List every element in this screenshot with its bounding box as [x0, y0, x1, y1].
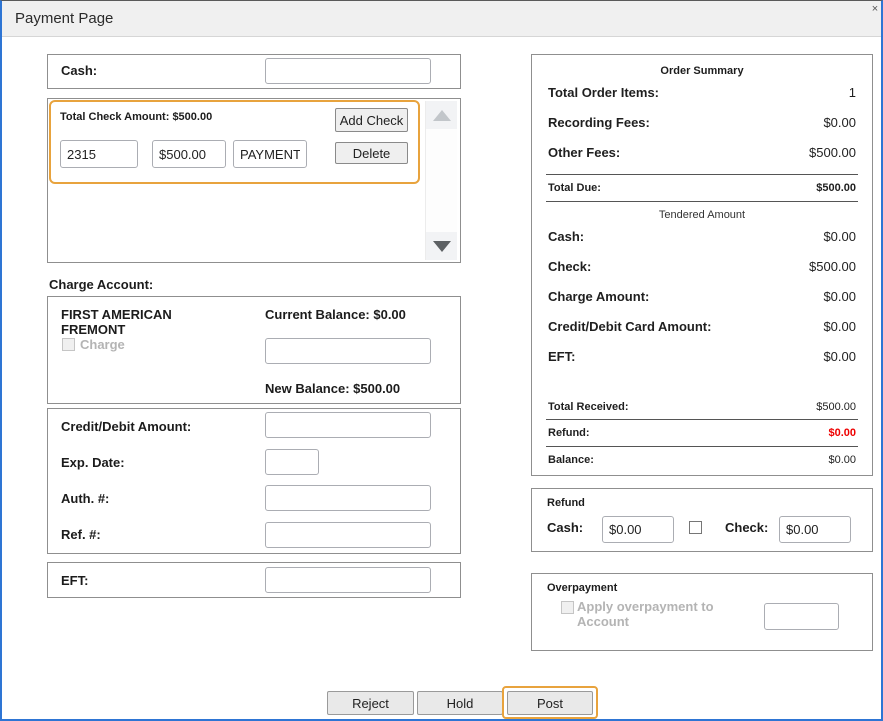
auth-number-input[interactable]	[265, 485, 431, 511]
window-title: Payment Page	[15, 10, 113, 27]
exp-date-label: Exp. Date:	[61, 455, 125, 470]
summary-row-label: Other Fees:	[548, 145, 620, 160]
check-number-input[interactable]	[60, 140, 138, 168]
add-check-button[interactable]: Add Check	[335, 108, 408, 132]
scroll-up-button[interactable]	[426, 101, 457, 129]
order-summary-panel: Order Summary Total Order Items: 1 Recor…	[531, 54, 873, 476]
summary-row-label: Total Order Items:	[548, 85, 659, 100]
summary-row-other-fees: Other Fees: $500.00	[548, 145, 856, 160]
summary-row-value: $0.00	[823, 115, 856, 130]
divider	[546, 419, 858, 420]
exp-date-input[interactable]	[265, 449, 319, 475]
reject-button[interactable]: Reject	[327, 691, 414, 715]
refund-cash-input[interactable]	[602, 516, 674, 543]
auth-number-label: Auth. #:	[61, 491, 109, 506]
total-due-value: $500.00	[816, 182, 856, 194]
scroll-up-icon	[433, 110, 451, 121]
charge-checkbox	[62, 338, 75, 351]
tendered-row-label: Check:	[548, 259, 591, 274]
overpayment-title: Overpayment	[547, 582, 617, 594]
current-balance-label: Current Balance: $0.00	[265, 307, 406, 322]
cash-input[interactable]	[265, 58, 431, 84]
eft-section: EFT:	[47, 562, 461, 598]
order-summary-title: Order Summary	[532, 65, 872, 77]
tendered-row-eft: EFT: $0.00	[548, 349, 856, 364]
tendered-amount-title: Tendered Amount	[532, 209, 872, 221]
divider	[546, 201, 858, 202]
ref-number-input[interactable]	[265, 522, 431, 548]
tendered-row-value: $0.00	[823, 289, 856, 304]
divider	[546, 174, 858, 175]
check-type-input[interactable]	[233, 140, 307, 168]
refund-checkbox[interactable]	[689, 521, 702, 534]
refund-value: $0.00	[828, 427, 856, 439]
tendered-row-label: Credit/Debit Card Amount:	[548, 319, 711, 334]
summary-row-label: Recording Fees:	[548, 115, 650, 130]
summary-row-recording-fees: Recording Fees: $0.00	[548, 115, 856, 130]
summary-row-total-due: Total Due: $500.00	[548, 182, 856, 194]
refund-section-title: Refund	[547, 497, 585, 509]
total-due-label: Total Due:	[548, 182, 601, 194]
tendered-row-label: Cash:	[548, 229, 584, 244]
post-button[interactable]: Post	[507, 691, 593, 715]
overpayment-section: Overpayment Apply overpayment to Account	[531, 573, 873, 651]
titlebar: Payment Page	[2, 1, 881, 37]
summary-row-balance: Balance: $0.00	[548, 454, 856, 466]
summary-row-total-received: Total Received: $500.00	[548, 401, 856, 413]
close-icon[interactable]: ×	[869, 2, 881, 16]
tendered-row-card-amount: Credit/Debit Card Amount: $0.00	[548, 319, 856, 334]
tendered-row-charge-amount: Charge Amount: $0.00	[548, 289, 856, 304]
tendered-row-label: EFT:	[548, 349, 575, 364]
account-name-line2: FREMONT	[61, 322, 172, 337]
refund-check-label: Check:	[725, 520, 768, 535]
credit-debit-section: Credit/Debit Amount: Exp. Date: Auth. #:…	[47, 408, 461, 554]
eft-input[interactable]	[265, 567, 431, 593]
credit-debit-amount-label: Credit/Debit Amount:	[61, 419, 191, 434]
charge-account-heading: Charge Account:	[49, 277, 153, 292]
refund-label: Refund:	[548, 427, 590, 439]
charge-amount-input[interactable]	[265, 338, 431, 364]
scroll-down-icon	[433, 241, 451, 252]
tendered-row-value: $0.00	[823, 349, 856, 364]
summary-row-value: 1	[849, 85, 856, 100]
ref-number-label: Ref. #:	[61, 527, 101, 542]
account-name: FIRST AMERICAN FREMONT	[61, 307, 172, 337]
credit-debit-amount-input[interactable]	[265, 412, 431, 438]
charge-account-section: FIRST AMERICAN FREMONT Charge Current Ba…	[47, 296, 461, 404]
hold-button[interactable]: Hold	[417, 691, 503, 715]
tendered-row-label: Charge Amount:	[548, 289, 649, 304]
payment-page-window: Payment Page × Cash: Total Check Amount:…	[0, 0, 883, 721]
total-received-label: Total Received:	[548, 401, 629, 413]
new-balance-label: New Balance: $500.00	[265, 381, 400, 396]
summary-row-refund: Refund: $0.00	[548, 427, 856, 439]
apply-overpayment-label: Apply overpayment to Account	[577, 599, 742, 629]
total-check-amount-label: Total Check Amount: $500.00	[60, 111, 212, 123]
cash-section: Cash:	[47, 54, 461, 89]
apply-overpayment-checkbox	[561, 601, 574, 614]
total-received-value: $500.00	[816, 401, 856, 413]
summary-row-value: $500.00	[809, 145, 856, 160]
delete-check-button[interactable]: Delete	[335, 142, 408, 164]
refund-check-input[interactable]	[779, 516, 851, 543]
tendered-row-value: $0.00	[823, 229, 856, 244]
eft-label: EFT:	[61, 573, 88, 588]
scroll-down-button[interactable]	[426, 232, 457, 260]
balance-label: Balance:	[548, 454, 594, 466]
summary-row-total-order-items: Total Order Items: 1	[548, 85, 856, 100]
cash-label: Cash:	[61, 63, 97, 78]
divider	[546, 446, 858, 447]
balance-value: $0.00	[828, 454, 856, 466]
account-name-line1: FIRST AMERICAN	[61, 307, 172, 322]
tendered-row-check: Check: $500.00	[548, 259, 856, 274]
tendered-row-value: $0.00	[823, 319, 856, 334]
check-entry-highlight: Total Check Amount: $500.00 Add Check De…	[49, 100, 420, 184]
refund-cash-label: Cash:	[547, 520, 583, 535]
check-amount-input[interactable]	[152, 140, 226, 168]
tendered-row-cash: Cash: $0.00	[548, 229, 856, 244]
refund-section: Refund Cash: Check:	[531, 488, 873, 552]
overpayment-amount-input[interactable]	[764, 603, 839, 630]
charge-checkbox-label: Charge	[80, 337, 125, 352]
tendered-row-value: $500.00	[809, 259, 856, 274]
check-list-scrollbar[interactable]	[425, 101, 457, 260]
